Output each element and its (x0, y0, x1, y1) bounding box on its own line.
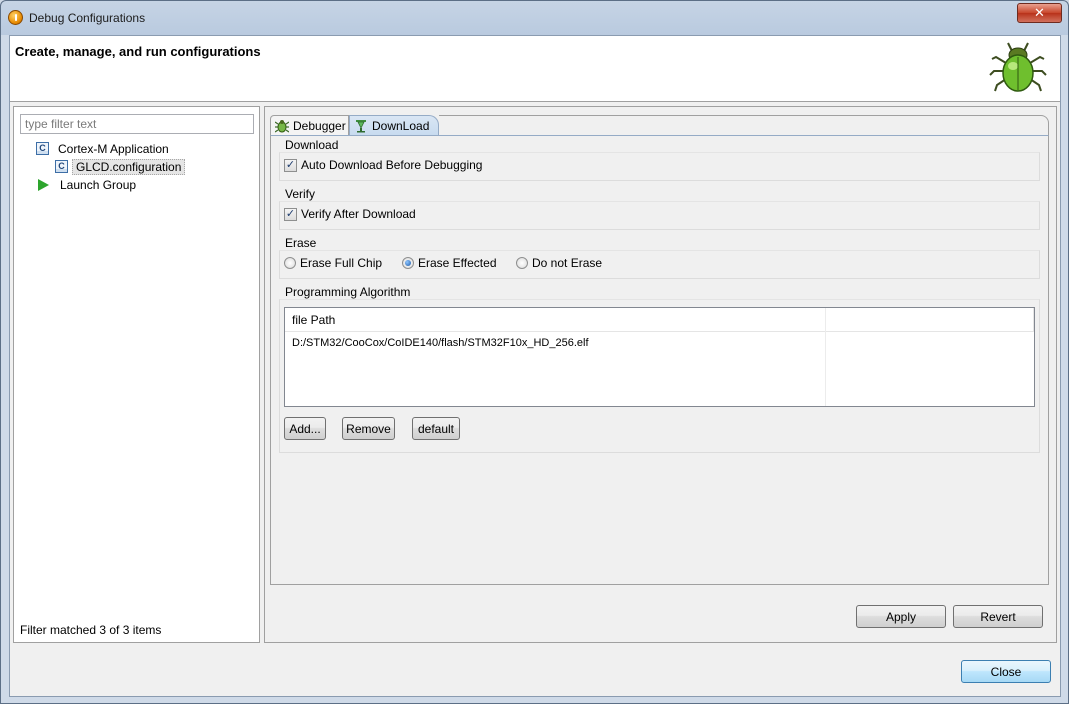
tab-label: DownLoad (372, 118, 430, 133)
algorithm-file-table[interactable]: file Path D:/STM32/CooCox/CoIDE140/flash… (284, 307, 1035, 407)
erase-effected-label: Erase Effected (418, 256, 497, 270)
title-bar[interactable]: Debug Configurations ✕ (1, 1, 1068, 35)
tree-item-launch-group[interactable]: Launch Group (36, 176, 139, 193)
erase-full-chip-radio-row[interactable]: Erase Full Chip (284, 256, 382, 270)
column-divider (825, 308, 826, 406)
filter-input[interactable] (20, 114, 254, 134)
do-not-erase-radio-row[interactable]: Do not Erase (516, 256, 602, 270)
tree-item-cortex-m-application[interactable]: C Cortex-M Application (36, 140, 172, 157)
download-tab-content: Download ✓ Auto Download Before Debuggin… (270, 135, 1049, 585)
tab-download[interactable]: DownLoad (349, 115, 439, 135)
close-button[interactable]: Close (961, 660, 1051, 683)
auto-download-checkbox-row[interactable]: ✓ Auto Download Before Debugging (284, 158, 482, 172)
tree-item-glcd-configuration[interactable]: C GLCD.configuration (55, 158, 186, 175)
configuration-tree-panel: C Cortex-M Application C GLCD.configurat… (13, 106, 260, 643)
tab-debugger[interactable]: Debugger (270, 115, 349, 135)
c-config-icon: C (36, 142, 49, 155)
verify-group-title: Verify (285, 187, 318, 201)
window-title: Debug Configurations (29, 11, 146, 25)
do-not-erase-radio[interactable] (516, 257, 528, 269)
filter-status: Filter matched 3 of 3 items (20, 623, 162, 637)
tree-item-label: GLCD.configuration (72, 158, 186, 175)
dialog-header: Create, manage, and run configurations (10, 36, 1060, 102)
tab-strip (439, 115, 1049, 135)
auto-download-label: Auto Download Before Debugging (301, 158, 483, 172)
download-group-title: Download (285, 138, 341, 152)
dialog-client: Create, manage, and run configurations C… (9, 35, 1061, 697)
debug-configurations-window: Debug Configurations ✕ Create, manage, a… (0, 0, 1069, 704)
remove-button[interactable]: Remove (342, 417, 395, 440)
launch-group-icon (38, 178, 49, 191)
erase-full-chip-label: Erase Full Chip (300, 256, 383, 270)
default-button[interactable]: default (412, 417, 460, 440)
c-config-icon: C (55, 160, 68, 173)
revert-button[interactable]: Revert (953, 605, 1043, 628)
tab-label: Debugger (293, 118, 346, 133)
bug-icon (989, 42, 1047, 92)
erase-effected-radio-row[interactable]: Erase Effected (402, 256, 497, 270)
column-header-blank[interactable] (826, 308, 1034, 332)
erase-effected-radio[interactable] (402, 257, 414, 269)
window-close-button[interactable]: ✕ (1017, 3, 1062, 23)
verify-after-download-checkbox[interactable]: ✓ (284, 207, 297, 221)
tree-item-label: Cortex-M Application (58, 141, 169, 156)
header-title: Create, manage, and run configurations (15, 44, 261, 59)
do-not-erase-label: Do not Erase (532, 256, 603, 270)
column-header-file-path[interactable]: file Path (285, 308, 826, 332)
auto-download-checkbox[interactable]: ✓ (284, 158, 297, 172)
verify-after-download-row[interactable]: ✓ Verify After Download (284, 207, 416, 221)
add-button[interactable]: Add... (284, 417, 326, 440)
verify-after-download-label: Verify After Download (301, 207, 416, 221)
erase-group-title: Erase (285, 236, 319, 250)
tree-item-label: Launch Group (60, 177, 137, 192)
programming-algorithm-title: Programming Algorithm (285, 285, 413, 299)
info-icon (8, 10, 23, 25)
erase-full-chip-radio[interactable] (284, 257, 296, 269)
erase-group (279, 250, 1040, 279)
debugger-bug-icon (275, 119, 289, 132)
table-row[interactable]: D:/STM32/CooCox/CoIDE140/flash/STM32F10x… (292, 337, 589, 349)
download-icon (356, 119, 366, 132)
configuration-details-panel: Debugger DownLoad Download ✓ Auto Downlo… (264, 106, 1057, 643)
apply-button[interactable]: Apply (856, 605, 946, 628)
